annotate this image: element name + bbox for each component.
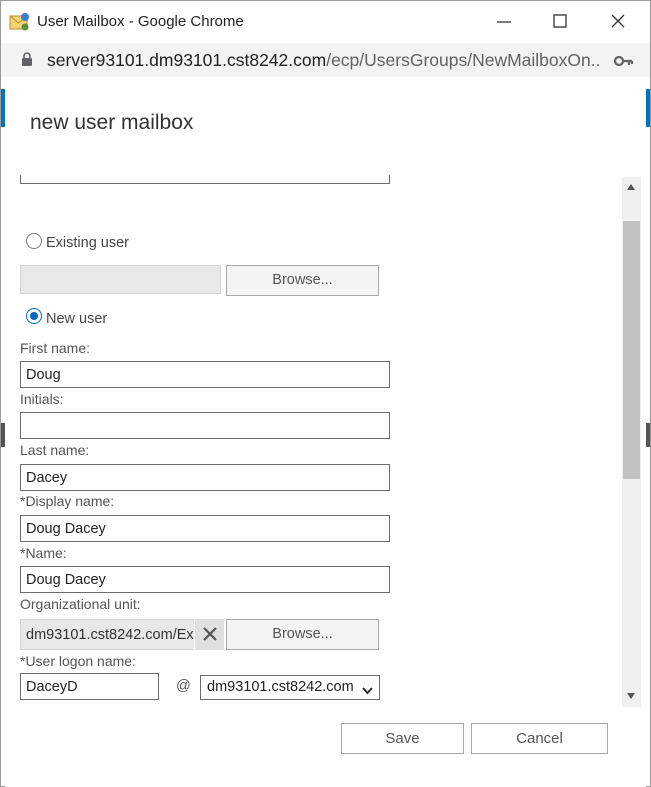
- new-user-label: New user: [46, 311, 108, 327]
- dialog-title: new user mailbox: [30, 111, 194, 134]
- alias-field-partial[interactable]: [20, 175, 390, 184]
- form-scrollbar[interactable]: [622, 177, 641, 707]
- url-text[interactable]: server93101.dm93101.cst8242.com/ecp/User…: [47, 50, 599, 71]
- scroll-up-arrow-icon[interactable]: [627, 184, 635, 190]
- maximize-button[interactable]: [532, 1, 590, 43]
- domain-select-value: dm93101.cst8242.com: [207, 679, 354, 695]
- existing-user-browse-button[interactable]: Browse...: [226, 265, 379, 296]
- scrollbar-thumb[interactable]: [623, 221, 640, 479]
- form-scroll-area[interactable]: Existing user Browse... New user First n…: [5, 175, 641, 707]
- save-button[interactable]: Save: [341, 723, 464, 754]
- background-page-edge-right-grey: [646, 423, 650, 447]
- lock-icon[interactable]: [21, 52, 33, 72]
- user-logon-name-input[interactable]: DaceyD: [20, 673, 159, 700]
- new-user-radio[interactable]: [26, 308, 42, 324]
- close-window-button[interactable]: [590, 1, 648, 43]
- first-name-label: First name:: [20, 340, 91, 356]
- address-bar[interactable]: server93101.dm93101.cst8242.com/ecp/User…: [1, 43, 650, 77]
- minimize-button[interactable]: [476, 1, 534, 43]
- organizational-unit-label: Organizational unit:: [20, 596, 141, 612]
- existing-user-label: Existing user: [46, 235, 130, 251]
- browser-popup-window: User Mailbox - Google Chrome server93101…: [0, 0, 651, 787]
- mail-envelope-icon: [9, 12, 31, 32]
- last-name-label: Last name:: [20, 442, 90, 458]
- scroll-down-arrow-icon[interactable]: [627, 693, 635, 699]
- background-page-edge-right: [646, 89, 650, 127]
- domain-select[interactable]: dm93101.cst8242.com: [200, 675, 380, 700]
- at-sign: @: [176, 678, 191, 694]
- last-name-input[interactable]: Dacey: [20, 464, 390, 491]
- organizational-unit-browse-button[interactable]: Browse...: [226, 619, 379, 650]
- name-input[interactable]: Doug Dacey: [20, 566, 390, 593]
- new-user-mailbox-dialog: new user mailbox Existing user Browse...…: [5, 77, 646, 787]
- user-logon-name-label: *User logon name:: [20, 653, 136, 669]
- first-name-input[interactable]: Doug: [20, 361, 390, 388]
- existing-user-radio[interactable]: [26, 233, 42, 249]
- initials-label: Initials:: [20, 391, 64, 407]
- name-label: *Name:: [20, 545, 67, 561]
- display-name-input[interactable]: Doug Dacey: [20, 515, 390, 542]
- chevron-down-icon: [362, 683, 373, 699]
- key-icon[interactable]: [613, 54, 634, 72]
- title-bar: User Mailbox - Google Chrome: [1, 1, 650, 43]
- display-name-label: *Display name:: [20, 493, 115, 509]
- initials-input[interactable]: [20, 412, 390, 439]
- existing-user-input: [20, 265, 221, 294]
- cancel-button[interactable]: Cancel: [471, 723, 608, 754]
- window-title: User Mailbox - Google Chrome: [37, 13, 244, 30]
- clear-organizational-unit-button[interactable]: [194, 619, 224, 650]
- close-icon: [203, 627, 217, 641]
- organizational-unit-input: dm93101.cst8242.com/Exchange: [20, 619, 195, 650]
